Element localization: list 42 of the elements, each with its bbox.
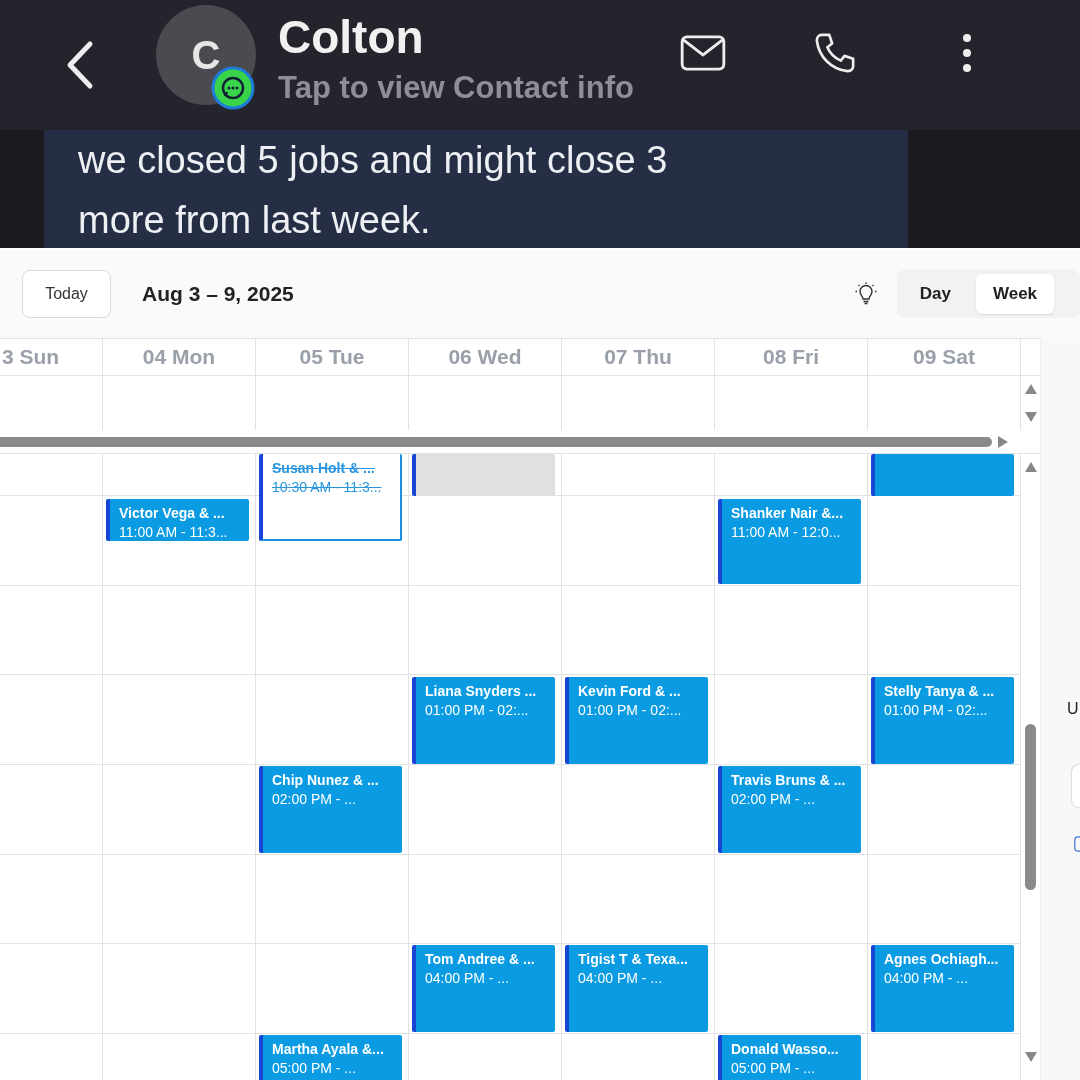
message-bubble: we closed 5 jobs and might close 3 more from last week. [44, 130, 908, 248]
appointment-block[interactable]: Liana Snyders ... 01:00 PM - 02:... [412, 677, 555, 764]
appointment-block[interactable]: Stelly Tanya & ... 01:00 PM - 02:... [871, 677, 1014, 764]
appointment-block[interactable]: Tom Andree & ... 04:00 PM - ... [412, 945, 555, 1032]
appointment-block[interactable] [871, 454, 1014, 496]
appointment-block[interactable]: Victor Vega & ... 11:00 AM - 11:3... [106, 499, 249, 541]
more-icon[interactable] [961, 33, 972, 73]
scroll-down-icon[interactable] [1024, 412, 1037, 422]
vertical-scrollbar[interactable] [1025, 724, 1036, 890]
appointment-block[interactable]: Tigist T & Texa... 04:00 PM - ... [565, 945, 708, 1032]
scroll-up-icon[interactable] [1024, 384, 1037, 394]
blocked-time[interactable] [412, 454, 555, 496]
view-tab[interactable]: Day [902, 274, 968, 314]
appointment-block[interactable]: Shanker Nair &... 11:00 AM - 12:0... [718, 499, 861, 584]
day-header[interactable]: 05 Tue [256, 339, 409, 375]
day-header[interactable]: 08 Fri [715, 339, 868, 375]
scroll-up-icon[interactable] [1024, 462, 1037, 472]
day-header[interactable]: 3 Sun [0, 339, 103, 375]
appointment-block[interactable]: Chip Nunez & ... 02:00 PM - ... [259, 766, 402, 853]
scroll-right-icon[interactable] [998, 435, 1008, 448]
appointment-block[interactable]: Donald Wasso... 05:00 PM - ... [718, 1035, 861, 1080]
scroll-down-icon[interactable] [1024, 1052, 1037, 1062]
day-header[interactable]: 07 Thu [562, 339, 715, 375]
checkbox-icon[interactable] [1074, 834, 1080, 854]
horizontal-scrollbar[interactable] [0, 436, 992, 447]
date-range: Aug 3 – 9, 2025 [142, 282, 294, 306]
mail-icon[interactable] [679, 35, 726, 71]
phone-icon[interactable] [813, 32, 856, 74]
day-header[interactable]: 04 Mon [103, 339, 256, 375]
today-button[interactable]: Today [22, 270, 111, 318]
panel-label: U [1067, 700, 1079, 718]
view-tab[interactable]: Week [975, 274, 1055, 314]
appointment-block[interactable]: Travis Bruns & ... 02:00 PM - ... [718, 766, 861, 853]
appointment-block[interactable]: Agnes Ochiagh... 04:00 PM - ... [871, 945, 1014, 1032]
contact-name[interactable]: Colton [278, 8, 634, 66]
appointment-block[interactable]: Martha Ayala &... 05:00 PM - ... [259, 1035, 402, 1080]
lightbulb-icon[interactable] [853, 282, 878, 306]
contact-info-link[interactable]: Tap to view Contact info [278, 66, 634, 110]
day-header[interactable]: 06 Wed [409, 339, 562, 375]
day-header[interactable]: 09 Sat [868, 339, 1021, 375]
appointment-block[interactable]: Kevin Ford & ... 01:00 PM - 02:... [565, 677, 708, 764]
cancelled-appointment[interactable]: Susan Holt & ... 10:30 AM - 11:3... [259, 454, 402, 541]
